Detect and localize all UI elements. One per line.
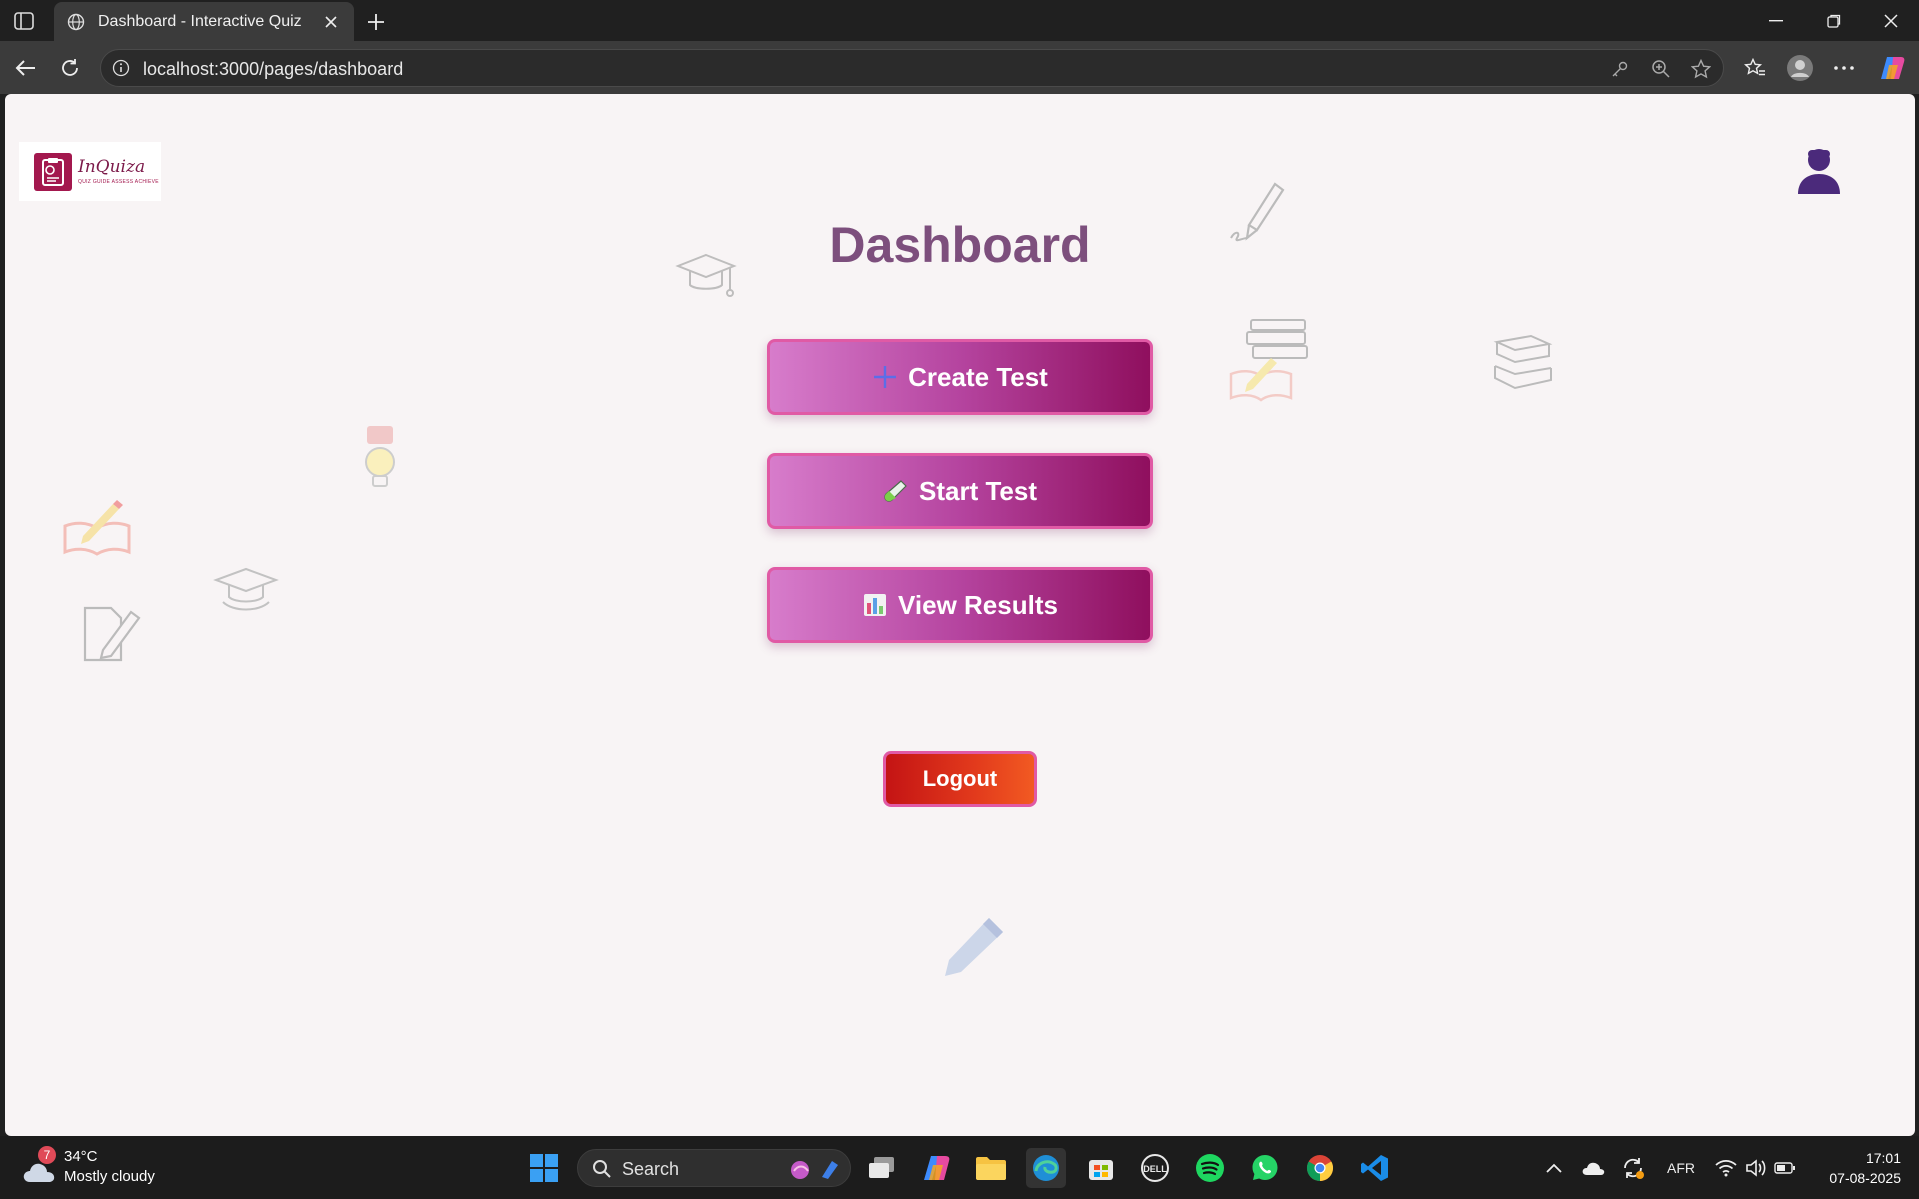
logout-button[interactable]: Logout <box>883 751 1037 807</box>
store-icon[interactable] <box>1081 1148 1121 1188</box>
language-indicator[interactable]: AFR <box>1661 1155 1701 1181</box>
quiz-clipboard-icon <box>34 152 72 191</box>
chrome-icon[interactable] <box>1300 1148 1340 1188</box>
start-test-button[interactable]: Start Test <box>767 453 1153 529</box>
view-results-button[interactable]: View Results <box>767 567 1153 643</box>
url-text: localhost:3000/pages/dashboard <box>143 59 404 79</box>
start-test-label: Start Test <box>919 475 1037 506</box>
page-viewport: InQuiza QUIZ GUIDE ASSESS ACHIEVE Dashbo… <box>5 94 1915 1136</box>
logo-tagline: QUIZ GUIDE ASSESS ACHIEVE <box>78 179 159 185</box>
globe-icon <box>66 12 86 32</box>
copilot-icon[interactable] <box>1876 51 1910 85</box>
pencil-icon <box>945 918 1003 976</box>
inquiza-logo[interactable]: InQuiza QUIZ GUIDE ASSESS ACHIEVE <box>19 142 161 201</box>
view-results-label: View Results <box>898 589 1058 620</box>
task-view-icon[interactable] <box>862 1148 902 1188</box>
tab-title: Dashboard - Interactive Quiz <box>98 12 302 30</box>
open-book-pencil-icon <box>63 500 131 556</box>
browser-tab-bar: Dashboard - Interactive Quiz <box>0 0 1919 41</box>
close-window-icon[interactable] <box>1871 6 1911 36</box>
logo-brand-text: InQuiza <box>78 157 146 177</box>
whatsapp-icon[interactable] <box>1245 1148 1285 1188</box>
site-info-icon[interactable] <box>111 58 131 78</box>
weather-widget[interactable]: 7 34°C Mostly cloudy <box>18 1146 168 1192</box>
create-test-button[interactable]: Create Test <box>767 339 1153 415</box>
weather-condition-text: Mostly cloudy <box>64 1168 155 1185</box>
edge-icon[interactable] <box>1026 1148 1066 1188</box>
create-test-label: Create Test <box>908 361 1048 392</box>
search-highlight-icon <box>791 1161 838 1179</box>
more-options-icon[interactable] <box>1827 51 1861 85</box>
chevron-up-icon[interactable] <box>1543 1155 1565 1181</box>
spotify-icon[interactable] <box>1190 1148 1230 1188</box>
browser-tab[interactable]: Dashboard - Interactive Quiz <box>54 2 354 41</box>
page-title: Dashboard <box>829 217 1091 273</box>
copilot-icon[interactable] <box>917 1148 957 1188</box>
bar-chart-icon <box>862 592 888 618</box>
volume-icon[interactable] <box>1745 1155 1767 1181</box>
address-bar[interactable]: localhost:3000/pages/dashboard <box>100 49 1724 87</box>
close-tab-icon[interactable] <box>318 9 344 35</box>
onedrive-icon[interactable] <box>1580 1155 1606 1181</box>
refresh-icon[interactable] <box>53 51 87 85</box>
user-avatar-icon[interactable] <box>1796 146 1842 194</box>
clock-date: 07-08-2025 <box>1829 1170 1901 1186</box>
tab-actions-icon[interactable] <box>10 9 38 33</box>
battery-icon[interactable] <box>1774 1155 1796 1181</box>
restore-icon[interactable] <box>1814 6 1854 36</box>
vscode-icon[interactable] <box>1355 1148 1395 1188</box>
favorite-star-icon[interactable] <box>1690 58 1712 80</box>
books-icon <box>1493 334 1553 390</box>
browser-toolbar: localhost:3000/pages/dashboard <box>0 41 1919 94</box>
start-icon[interactable] <box>524 1148 564 1188</box>
temperature-text: 34°C <box>64 1148 98 1165</box>
open-book-pencil-icon <box>1229 358 1293 402</box>
document-pencil-icon <box>83 606 141 662</box>
clock-time: 17:01 <box>1865 1150 1901 1166</box>
profile-icon[interactable] <box>1783 51 1817 85</box>
new-tab-icon[interactable] <box>362 8 390 36</box>
windows-taskbar: 7 34°C Mostly cloudy Search DELL AFR 17:… <box>0 1136 1919 1199</box>
test-tube-icon <box>883 478 909 504</box>
wifi-icon[interactable] <box>1715 1155 1737 1181</box>
key-icon[interactable] <box>1609 58 1631 80</box>
sync-icon[interactable] <box>1620 1155 1646 1181</box>
weather-badge: 7 <box>38 1146 56 1164</box>
system-clock[interactable]: 17:01 07-08-2025 <box>1829 1148 1901 1188</box>
zoom-icon[interactable] <box>1650 58 1672 80</box>
taskbar-search[interactable]: Search <box>577 1149 851 1187</box>
dell-icon[interactable]: DELL <box>1135 1148 1175 1188</box>
file-explorer-icon[interactable] <box>971 1148 1011 1188</box>
minimize-icon[interactable] <box>1756 6 1796 36</box>
search-icon <box>593 1160 611 1178</box>
search-label: Search <box>622 1159 680 1179</box>
back-arrow-icon[interactable] <box>8 51 42 85</box>
lightbulb-icon <box>365 426 395 487</box>
favorites-icon[interactable] <box>1738 51 1772 85</box>
svg-text:DELL: DELL <box>1143 1164 1167 1174</box>
plus-icon <box>872 364 898 390</box>
graduation-cap-icon <box>213 567 279 611</box>
